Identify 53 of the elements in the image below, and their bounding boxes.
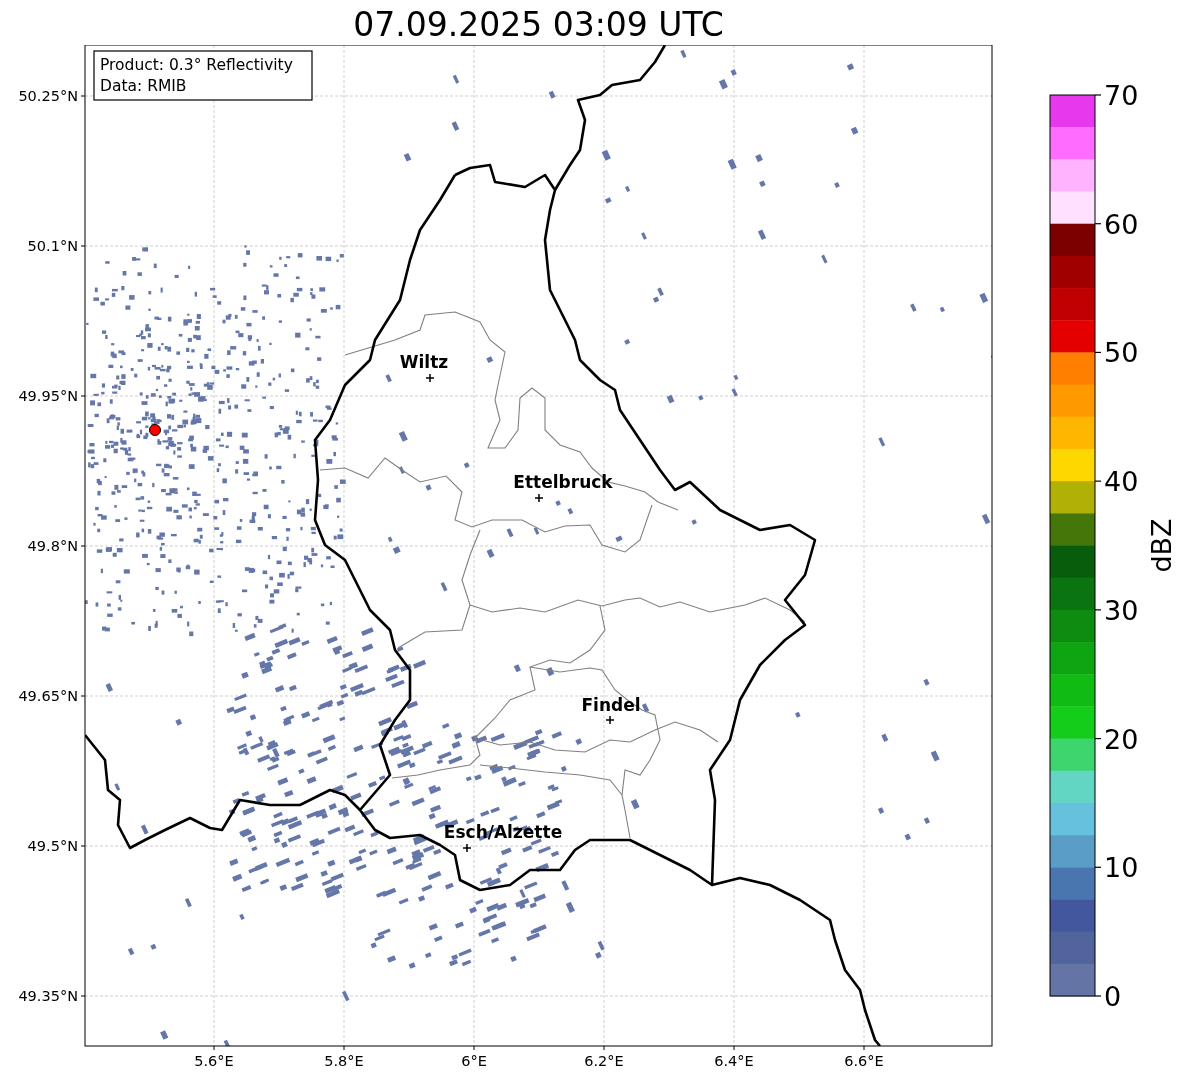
y-tick [80, 845, 86, 847]
y-tick-label: 49.65°N [18, 688, 78, 704]
city-marker [605, 715, 615, 725]
info-text: Data: RMIB [100, 77, 187, 95]
y-tick-label: 49.8°N [27, 538, 78, 554]
colorbar-tick-label: 30 [1104, 594, 1139, 626]
chart-title: 07.09.2025 03:09 UTC [352, 4, 725, 45]
colorbar-tick [1094, 609, 1102, 611]
colorbar-tick-label: 40 [1104, 466, 1139, 498]
colorbar-tick [1094, 480, 1102, 482]
y-tick-label: 49.35°N [18, 988, 78, 1004]
colorbar-tick-label: 10 [1104, 852, 1139, 884]
colorbar-tick [1094, 737, 1102, 740]
y-tick [80, 995, 86, 997]
x-tick [473, 1045, 475, 1051]
city-label: Ettelbruck [513, 472, 613, 492]
colorbar-tick-label: 0 [1104, 981, 1122, 1012]
colorbar-label: dBZ [1146, 518, 1177, 573]
x-tick [213, 1045, 215, 1051]
city-label: Findel [581, 695, 641, 715]
info-text: Product: 0.3° Reflectivity [100, 56, 293, 74]
y-tick [80, 245, 86, 247]
colorbar-tick-label: 20 [1104, 723, 1139, 755]
x-tick-label: 6°E [461, 1053, 487, 1069]
x-tick-label: 5.6°E [194, 1053, 234, 1069]
city-label: Wiltz [399, 352, 449, 372]
colorbar-tick-label: 60 [1104, 208, 1139, 240]
y-tick-label: 49.5°N [27, 838, 78, 854]
x-tick-label: 6.4°E [714, 1053, 754, 1069]
colorbar-tick [1094, 995, 1102, 997]
x-tick [863, 1045, 865, 1051]
x-tick [603, 1045, 605, 1051]
x-tick [343, 1045, 345, 1051]
city-marker [462, 843, 472, 853]
x-tick [733, 1045, 735, 1051]
colorbar-tick-label: 50 [1104, 337, 1139, 369]
colorbar-tick [1094, 223, 1102, 225]
y-tick [80, 695, 86, 697]
colorbar-tick [1094, 94, 1102, 96]
colorbar-tick [1094, 351, 1102, 354]
x-tick-label: 6.6°E [844, 1053, 884, 1069]
y-tick-label: 49.95°N [18, 388, 78, 404]
city-marker [425, 373, 435, 383]
y-tick [80, 95, 86, 97]
y-tick [80, 545, 86, 547]
y-tick-label: 50.25°N [18, 88, 78, 104]
y-tick-label: 50.1°N [27, 238, 78, 254]
y-tick [80, 395, 86, 397]
colorbar-tick-label: 70 [1104, 80, 1139, 111]
x-tick-label: 5.8°E [324, 1053, 364, 1069]
city-marker [534, 493, 544, 503]
x-tick-label: 6.2°E [584, 1053, 624, 1069]
colorbar-tick [1094, 866, 1102, 868]
